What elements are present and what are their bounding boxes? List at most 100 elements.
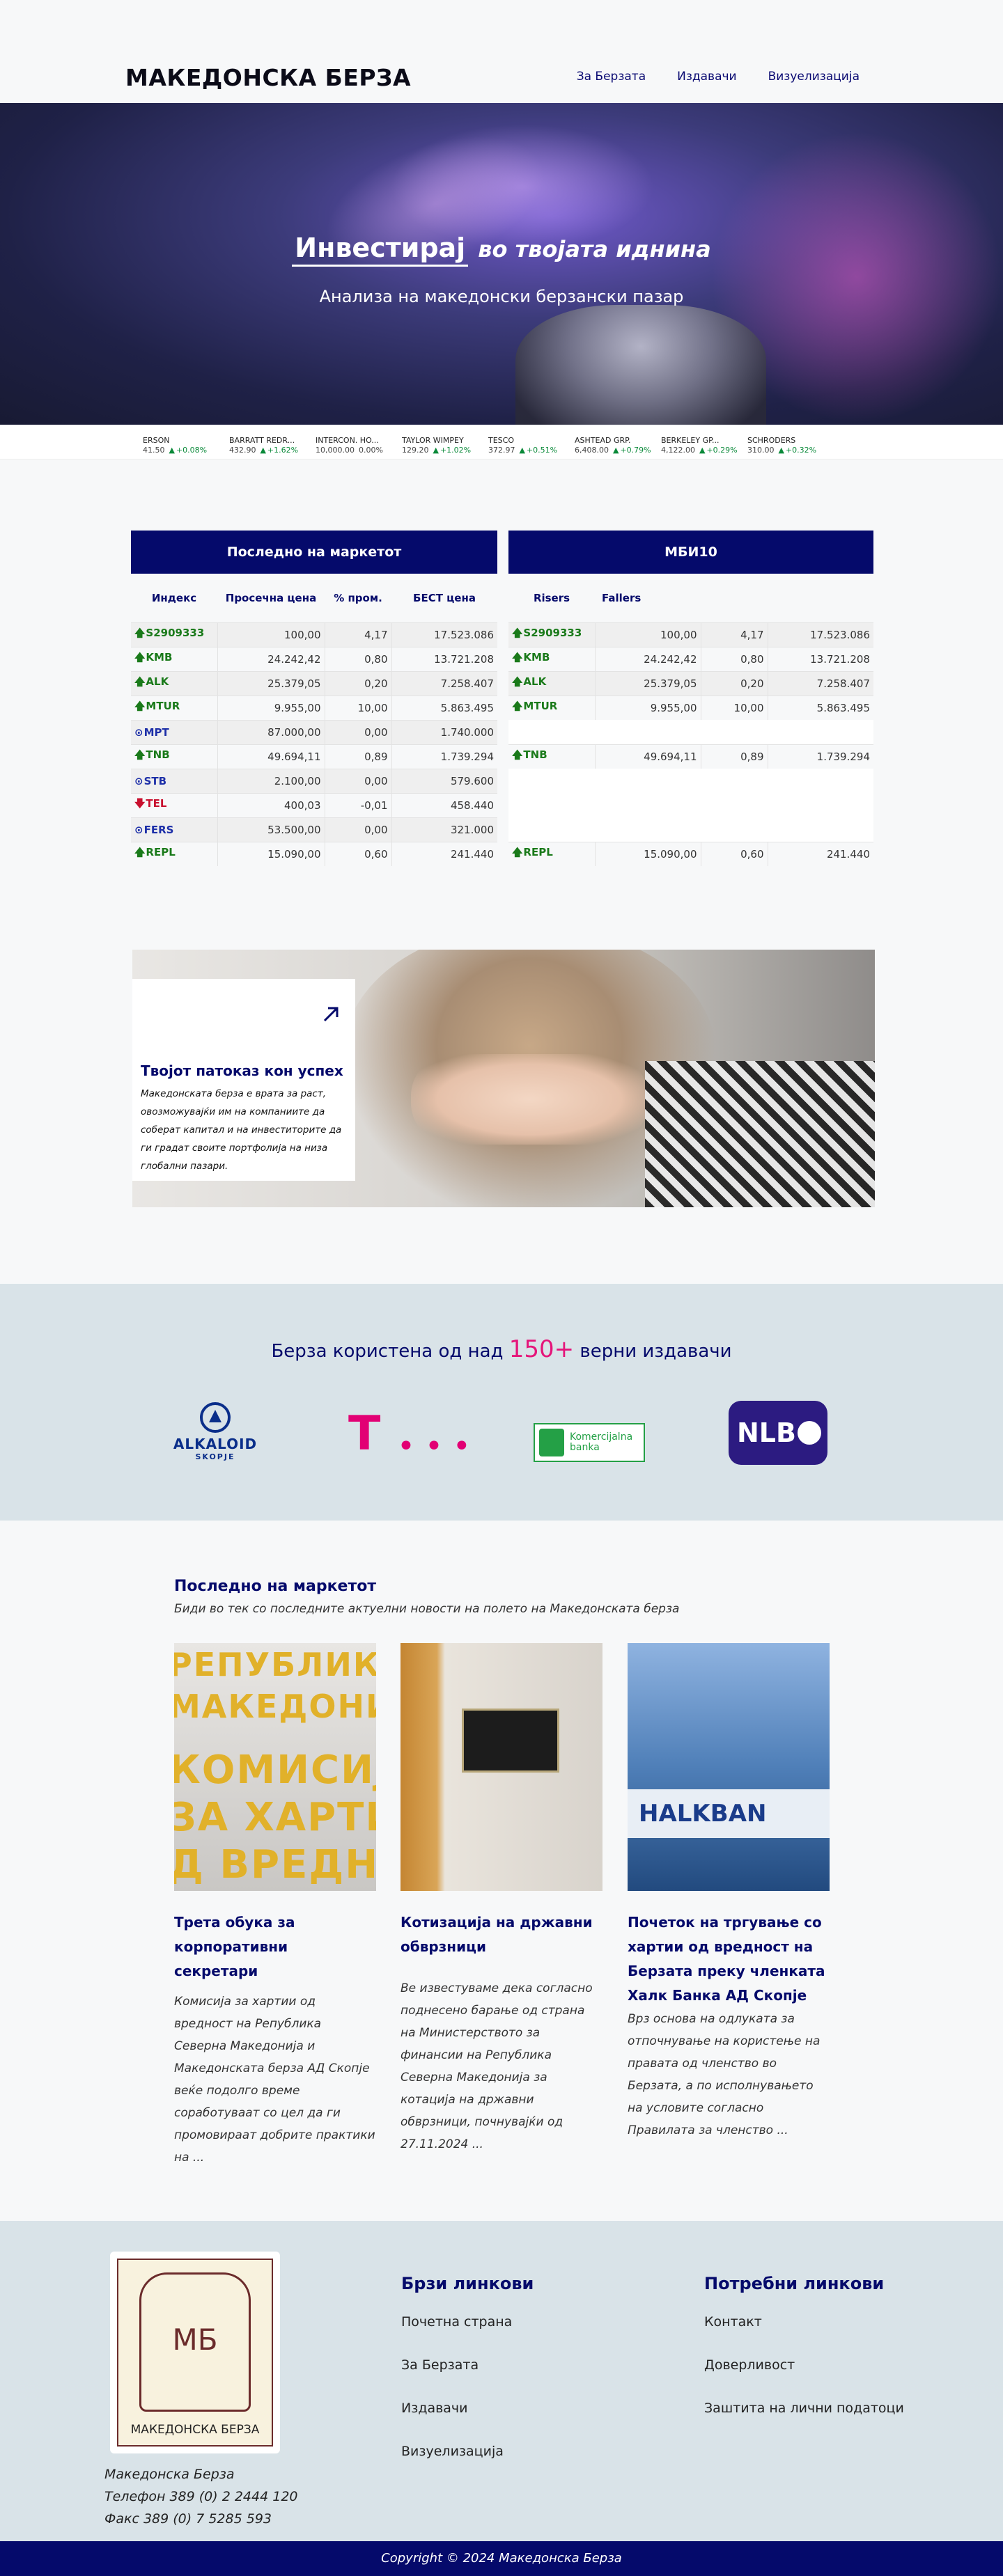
cell-avg-price: 400,03 bbox=[217, 792, 325, 817]
promo-banner: Твојот патоказ кон успех Македонската бе… bbox=[132, 950, 875, 1207]
table-row[interactable]: 🡅REPL 15.090,00 0,60 241.440 bbox=[131, 841, 497, 866]
news-image-ministry[interactable] bbox=[401, 1643, 602, 1891]
news-title[interactable]: Трета обука за корпоративни секретари bbox=[174, 1910, 376, 1984]
footer-link-issuers[interactable]: Издавачи bbox=[401, 2401, 534, 2416]
ticker-item[interactable]: SCHRODERS 310.00 ▲ +0.32% bbox=[747, 436, 823, 455]
hero-title: Инвестирај во твојата иднина bbox=[0, 233, 1003, 267]
brand-logo[interactable]: МАКЕДОНСКА БЕРЗА bbox=[125, 64, 411, 91]
cell-symbol[interactable]: 🡅ALK bbox=[131, 670, 217, 696]
table-row[interactable] bbox=[508, 720, 873, 744]
table-row[interactable]: 🡅MTUR 9.955,00 10,00 5.863.495 bbox=[131, 695, 497, 720]
cell-symbol[interactable] bbox=[508, 793, 595, 817]
cell-avg-price: 15.090,00 bbox=[594, 841, 701, 866]
news-image-commission[interactable]: РЕПУБЛИКА МАКЕДОНИЈ КОМИСИЈ ЗА ХАРТИ Д В… bbox=[174, 1643, 376, 1891]
cell-symbol[interactable] bbox=[508, 769, 595, 793]
ticker-item[interactable]: TAYLOR WIMPEY 129.20 ▲ +1.02% bbox=[402, 436, 477, 455]
ticker-change: +0.08% bbox=[176, 446, 208, 455]
news-card[interactable]: HALKBAN Почеток на тргување со хартии од… bbox=[628, 1643, 830, 2142]
table-row[interactable]: 🡇TEL 400,03 -0,01 458.440 bbox=[131, 792, 497, 817]
nav-issuers[interactable]: Издавачи bbox=[677, 70, 736, 84]
cell-pct-change: -0,01 bbox=[324, 792, 391, 817]
table-row[interactable]: ⊙MPT 87.000,00 0,00 1.740.000 bbox=[131, 719, 497, 744]
cell-avg-price: 100,00 bbox=[217, 622, 325, 647]
cell-symbol[interactable]: ⊙MPT bbox=[131, 719, 217, 744]
footer-link-home[interactable]: Почетна страна bbox=[401, 2314, 534, 2330]
nav-visualization[interactable]: Визуелизација bbox=[768, 70, 860, 84]
arrow-up-icon: 🡅 bbox=[134, 846, 146, 859]
komercijalna-banka-logo[interactable]: Komercijalna banka bbox=[534, 1423, 645, 1462]
arrow-up-right-icon[interactable] bbox=[322, 1005, 340, 1023]
news-title[interactable]: Котизација на државни обврзници bbox=[401, 1910, 602, 1959]
table-row[interactable]: 🡅KMB 24.242,42 0,80 13.721.208 bbox=[131, 646, 497, 671]
cell-symbol[interactable] bbox=[508, 817, 595, 842]
table-row[interactable]: 🡅S2909333 100,00 4,17 17.523.086 bbox=[508, 622, 873, 647]
tab-fallers[interactable]: Fallers bbox=[595, 574, 701, 622]
table-row[interactable]: 🡅MTUR 9.955,00 10,00 5.863.495 bbox=[508, 695, 873, 720]
arrow-up-icon: 🡅 bbox=[512, 627, 523, 639]
footer-link-visualization[interactable]: Визуелизација bbox=[401, 2444, 534, 2459]
table-row[interactable]: 🡅KMB 24.242,42 0,80 13.721.208 bbox=[508, 646, 873, 671]
col-header-pct-change[interactable]: % пром. bbox=[325, 574, 391, 622]
footer-phone: Телефон 389 (0) 2 2444 120 bbox=[104, 2489, 298, 2504]
news-section: Последно на маркетот Биди во тек со посл… bbox=[174, 1578, 836, 2165]
nlb-wordmark: NLB bbox=[737, 1417, 796, 1448]
news-card[interactable]: Котизација на државни обврзници Ве извес… bbox=[401, 1643, 602, 2155]
mbi10-table-title: МБИ10 bbox=[508, 531, 873, 574]
table-row[interactable] bbox=[508, 817, 873, 842]
alkaloid-logo[interactable]: ALKALOID SKOPJE bbox=[166, 1402, 265, 1466]
cell-symbol[interactable]: 🡅MTUR bbox=[131, 695, 217, 720]
footer-link-privacy[interactable]: Доверливост bbox=[704, 2357, 904, 2373]
table-row[interactable] bbox=[508, 769, 873, 793]
promo-card[interactable]: Твојот патоказ кон успех Македонската бе… bbox=[132, 979, 355, 1181]
table-row[interactable]: 🡅ALK 25.379,05 0,20 7.258.407 bbox=[508, 670, 873, 696]
table-row[interactable]: 🡅S2909333 100,00 4,17 17.523.086 bbox=[131, 622, 497, 647]
cell-symbol[interactable]: ⊙FERS bbox=[131, 817, 217, 842]
news-title[interactable]: Почеток на тргување со хартии од вреднос… bbox=[628, 1910, 830, 2008]
cell-symbol[interactable] bbox=[508, 720, 595, 744]
cell-symbol[interactable]: ⊙STB bbox=[131, 768, 217, 793]
ticker-item[interactable]: BERKELEY GP... 4,122.00 ▲ +0.29% bbox=[661, 436, 738, 455]
cell-symbol[interactable]: 🡅MTUR bbox=[508, 695, 595, 720]
cell-symbol[interactable]: 🡅S2909333 bbox=[131, 622, 217, 647]
footer-seal-logo: МБ МАКЕДОНСКА БЕРЗА bbox=[110, 2252, 280, 2453]
cell-symbol[interactable]: 🡅REPL bbox=[508, 841, 595, 866]
cell-symbol[interactable]: 🡅S2909333 bbox=[508, 622, 595, 647]
table-row[interactable]: ⊙STB 2.100,00 0,00 579.600 bbox=[131, 768, 497, 793]
col-header-best-price[interactable]: БЕСТ цена bbox=[391, 574, 497, 622]
news-card[interactable]: РЕПУБЛИКА МАКЕДОНИЈ КОМИСИЈ ЗА ХАРТИ Д В… bbox=[174, 1643, 376, 2169]
news-image-halkbank[interactable]: HALKBAN bbox=[628, 1643, 830, 1891]
mbi10-table-panel: МБИ10 Risers Fallers 🡅S2909333 100,00 4,17… bbox=[508, 531, 873, 866]
nlb-logo[interactable]: NLB bbox=[729, 1401, 827, 1465]
stock-ticker[interactable]: ERSON 41.50 ▲ +0.08% BARRATT REDR... 432.90 ▲ +… bbox=[0, 426, 1003, 460]
cell-symbol[interactable]: 🡅REPL bbox=[131, 841, 217, 866]
ticker-item[interactable]: BARRATT REDR... 432.90 ▲ +1.62% bbox=[229, 436, 304, 455]
ticker-item[interactable]: INTERCON. HO... 10,000.00 0.00% bbox=[316, 436, 391, 455]
footer-link-data-protection[interactable]: Заштита на лични податоци bbox=[704, 2401, 904, 2416]
footer-link-contact[interactable]: Контакт bbox=[704, 2314, 904, 2330]
cell-symbol[interactable]: 🡅TNB bbox=[131, 744, 217, 769]
table-row[interactable] bbox=[508, 793, 873, 817]
table-row[interactable]: 🡅TNB 49.694,11 0,89 1.739.294 bbox=[508, 744, 873, 769]
table-row[interactable]: 🡅REPL 15.090,00 0,60 241.440 bbox=[508, 841, 873, 866]
cell-avg-price: 24.242,42 bbox=[594, 646, 701, 671]
table-row[interactable]: 🡅TNB 49.694,11 0,89 1.739.294 bbox=[131, 744, 497, 769]
ticker-item[interactable]: ERSON 41.50 ▲ +0.08% bbox=[143, 436, 218, 455]
table-row[interactable]: ⊙FERS 53.500,00 0,00 321.000 bbox=[131, 817, 497, 842]
table-row[interactable]: 🡅ALK 25.379,05 0,20 7.258.407 bbox=[131, 670, 497, 696]
col-header-index[interactable]: Индекс bbox=[131, 574, 217, 622]
cell-best-price: 1.739.294 bbox=[391, 744, 497, 769]
col-header-avg-price[interactable]: Просечна цена bbox=[217, 574, 325, 622]
ticker-item[interactable]: ASHTEAD GRP. 6,408.00 ▲ +0.79% bbox=[575, 436, 651, 455]
seal-monogram: МБ bbox=[172, 2323, 218, 2357]
telekom-logo[interactable]: T ••• bbox=[348, 1402, 471, 1466]
cell-symbol[interactable]: 🡅KMB bbox=[131, 646, 217, 671]
publishers-count: 150+ bbox=[508, 1335, 575, 1363]
tab-risers[interactable]: Risers bbox=[508, 574, 595, 622]
footer-link-about[interactable]: За Берзата bbox=[401, 2357, 534, 2373]
cell-symbol[interactable]: 🡇TEL bbox=[131, 792, 217, 817]
cell-symbol[interactable]: 🡅ALK bbox=[508, 670, 595, 696]
cell-symbol[interactable]: 🡅KMB bbox=[508, 646, 595, 671]
cell-symbol[interactable]: 🡅TNB bbox=[508, 744, 595, 769]
ticker-item[interactable]: TESCO 372.97 ▲ +0.51% bbox=[488, 436, 563, 455]
nav-about[interactable]: За Берзата bbox=[577, 70, 646, 84]
